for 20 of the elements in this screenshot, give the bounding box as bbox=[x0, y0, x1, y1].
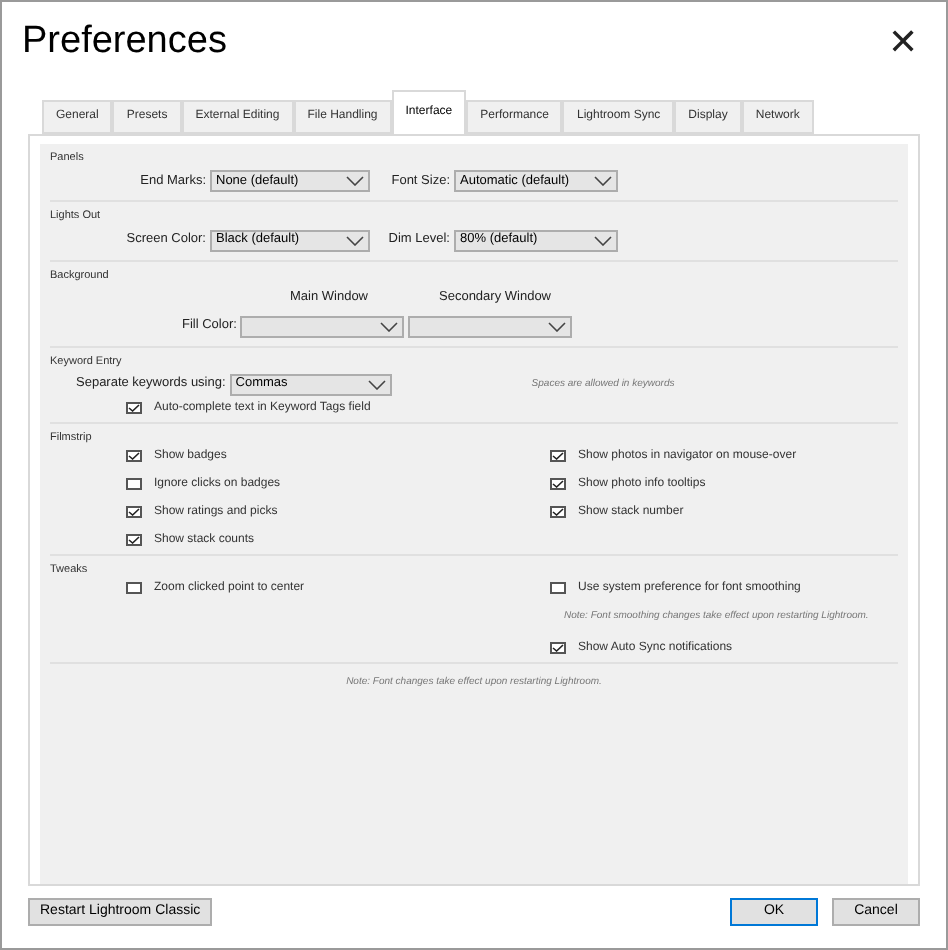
checkbox[interactable] bbox=[550, 641, 566, 654]
checkbox[interactable] bbox=[550, 506, 566, 518]
checkbox[interactable] bbox=[550, 478, 566, 490]
checkbox[interactable] bbox=[126, 534, 142, 546]
checkbox[interactable] bbox=[126, 506, 142, 518]
close-button[interactable]: ✕ bbox=[888, 24, 918, 60]
caret-icon bbox=[594, 235, 612, 245]
caret-icon bbox=[346, 176, 364, 187]
checkbox[interactable] bbox=[126, 401, 142, 414]
caret-icon bbox=[346, 235, 364, 245]
checkbox[interactable] bbox=[550, 450, 566, 462]
checkbox[interactable] bbox=[126, 478, 142, 490]
window-title: Preferences bbox=[22, 17, 227, 66]
caret-icon bbox=[548, 321, 567, 331]
checkbox[interactable] bbox=[126, 450, 142, 462]
caret-icon bbox=[594, 176, 612, 187]
caret-icon bbox=[367, 379, 386, 390]
caret-icon bbox=[380, 321, 399, 331]
checkbox[interactable] bbox=[126, 582, 142, 595]
checkbox[interactable] bbox=[550, 582, 566, 595]
